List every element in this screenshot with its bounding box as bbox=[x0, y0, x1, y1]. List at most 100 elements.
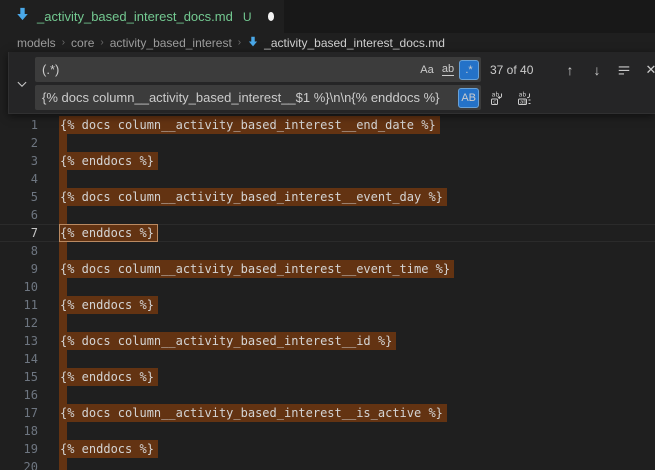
markdown-file-icon bbox=[247, 36, 259, 50]
editor-line[interactable]: 10 bbox=[0, 278, 655, 296]
search-match-highlight-empty bbox=[59, 386, 67, 404]
replace-row: {% docs column__activity_based_interest_… bbox=[35, 85, 535, 110]
regex-toggle[interactable]: .* bbox=[459, 60, 479, 80]
line-content: {% enddocs %} bbox=[59, 440, 158, 458]
editor-line[interactable]: 5 {% docs column__activity_based_interest… bbox=[0, 188, 655, 206]
vscode-window: { "tab": { "filename": "_activity_based_… bbox=[0, 0, 655, 470]
toggle-replace-chevron-icon[interactable] bbox=[14, 76, 30, 92]
line-number[interactable]: 19 bbox=[0, 440, 38, 458]
line-number[interactable]: 12 bbox=[0, 314, 38, 332]
line-number[interactable]: 10 bbox=[0, 278, 38, 296]
editor-line[interactable]: 11 {% enddocs %} bbox=[0, 296, 655, 314]
editor-line[interactable]: 8 bbox=[0, 242, 655, 260]
editor-line[interactable]: 17 {% docs column__activity_based_interes… bbox=[0, 404, 655, 422]
arrow-up-icon: ↑ bbox=[567, 63, 574, 77]
breadcrumb: models › core › activity_based_interest … bbox=[0, 33, 655, 52]
tab-active-file[interactable]: _activity_based_interest_docs.md U bbox=[0, 0, 284, 33]
search-match-highlight-empty bbox=[59, 206, 67, 224]
whole-word-toggle[interactable]: ab bbox=[438, 60, 458, 80]
selection-lines-icon bbox=[617, 63, 631, 77]
modified-dot-icon[interactable] bbox=[268, 12, 274, 21]
find-input[interactable]: (.*) Aa ab .* bbox=[35, 57, 481, 82]
editor-lines: 1 {% docs column__activity_based_interest… bbox=[0, 52, 655, 470]
previous-match-button[interactable]: ↑ bbox=[559, 59, 581, 81]
search-match-highlight-empty bbox=[59, 458, 67, 470]
line-number[interactable]: 14 bbox=[0, 350, 38, 368]
search-match-highlight: {% enddocs %} bbox=[59, 440, 158, 458]
editor-line[interactable]: 16 bbox=[0, 386, 655, 404]
editor-line[interactable]: 20 bbox=[0, 458, 655, 470]
line-content bbox=[59, 314, 67, 332]
line-number[interactable]: 4 bbox=[0, 170, 38, 188]
line-number[interactable]: 5 bbox=[0, 188, 38, 206]
line-content bbox=[59, 206, 67, 224]
line-number[interactable]: 3 bbox=[0, 152, 38, 170]
line-content: {% enddocs %} bbox=[59, 296, 158, 314]
line-content bbox=[59, 350, 67, 368]
arrow-down-icon: ↓ bbox=[594, 63, 601, 77]
line-number[interactable]: 11 bbox=[0, 296, 38, 314]
line-number[interactable]: 16 bbox=[0, 386, 38, 404]
line-content: {% docs column__activity_based_interest_… bbox=[59, 116, 440, 134]
editor-line[interactable]: 9{% docs column__activity_based_interest… bbox=[0, 260, 655, 278]
line-content bbox=[59, 242, 67, 260]
breadcrumb-item-core[interactable]: core bbox=[71, 36, 94, 50]
editor[interactable]: 1 {% docs column__activity_based_interest… bbox=[0, 52, 655, 470]
find-query-text: (.*) bbox=[35, 62, 416, 77]
replace-all-icon: ab ab bbox=[516, 90, 532, 106]
editor-line[interactable]: 6 bbox=[0, 206, 655, 224]
replace-value-text: {% docs column__activity_based_interest_… bbox=[35, 90, 457, 105]
search-match-highlight-empty bbox=[59, 278, 67, 296]
line-number[interactable]: 18 bbox=[0, 422, 38, 440]
line-number[interactable]: 2 bbox=[0, 134, 38, 152]
editor-line[interactable]: 19 {% enddocs %} bbox=[0, 440, 655, 458]
breadcrumb-item-activity-based-interest[interactable]: activity_based_interest bbox=[110, 36, 232, 50]
editor-line[interactable]: 1 {% docs column__activity_based_interest… bbox=[0, 116, 655, 134]
line-number[interactable]: 17 bbox=[0, 404, 38, 422]
search-match-highlight: {% docs column__activity_based_interest_… bbox=[59, 188, 447, 206]
editor-line[interactable]: 3 {% enddocs %} bbox=[0, 152, 655, 170]
tab-bar: _activity_based_interest_docs.md U bbox=[0, 0, 655, 33]
line-number[interactable]: 15 bbox=[0, 368, 38, 386]
search-match-highlight-empty bbox=[59, 134, 67, 152]
line-content: {% docs column__activity_based_interest_… bbox=[59, 404, 447, 422]
svg-text:ab: ab bbox=[520, 99, 527, 105]
line-content bbox=[59, 458, 67, 470]
close-find-button[interactable]: ✕ bbox=[640, 59, 655, 81]
line-number[interactable]: 13 bbox=[0, 332, 38, 350]
line-number[interactable]: 1 bbox=[0, 116, 38, 134]
search-match-highlight: {% enddocs %} bbox=[59, 152, 158, 170]
breadcrumb-item-models[interactable]: models bbox=[17, 36, 56, 50]
replace-all-button[interactable]: ab ab bbox=[513, 87, 535, 109]
replace-button[interactable]: ab c bbox=[486, 87, 508, 109]
line-content bbox=[59, 278, 67, 296]
line-number[interactable]: 8 bbox=[0, 242, 38, 260]
find-row: (.*) Aa ab .* 37 of 40 ↑ ↓ ✕ bbox=[35, 57, 655, 82]
line-content: {% docs column__activity_based_interest_… bbox=[59, 188, 447, 206]
editor-line[interactable]: 14 bbox=[0, 350, 655, 368]
line-content: {% enddocs %} bbox=[59, 368, 158, 386]
line-number[interactable]: 7 bbox=[0, 224, 38, 242]
line-number[interactable]: 9 bbox=[0, 260, 38, 278]
breadcrumb-item-file[interactable]: _activity_based_interest_docs.md bbox=[247, 36, 445, 50]
editor-line[interactable]: 15 {% enddocs %} bbox=[0, 368, 655, 386]
line-content bbox=[59, 386, 67, 404]
search-match-highlight-empty bbox=[59, 170, 67, 188]
svg-text:c: c bbox=[493, 99, 496, 105]
replace-input[interactable]: {% docs column__activity_based_interest_… bbox=[35, 85, 481, 110]
find-in-selection-button[interactable] bbox=[613, 59, 635, 81]
preserve-case-toggle[interactable]: AB bbox=[458, 88, 479, 108]
editor-line[interactable]: 2 bbox=[0, 134, 655, 152]
editor-line[interactable]: 4 bbox=[0, 170, 655, 188]
match-case-toggle[interactable]: Aa bbox=[417, 60, 437, 80]
next-match-button[interactable]: ↓ bbox=[586, 59, 608, 81]
editor-line[interactable]: 18 bbox=[0, 422, 655, 440]
line-content bbox=[59, 422, 67, 440]
editor-line[interactable]: 13 {% docs column__activity_based_interes… bbox=[0, 332, 655, 350]
line-content: {% docs column__activity_based_interest_… bbox=[59, 332, 396, 350]
editor-line[interactable]: 7{% enddocs %} bbox=[0, 224, 655, 242]
editor-line[interactable]: 12 bbox=[0, 314, 655, 332]
line-number[interactable]: 6 bbox=[0, 206, 38, 224]
breadcrumb-separator: › bbox=[62, 37, 65, 48]
line-number[interactable]: 20 bbox=[0, 458, 38, 470]
